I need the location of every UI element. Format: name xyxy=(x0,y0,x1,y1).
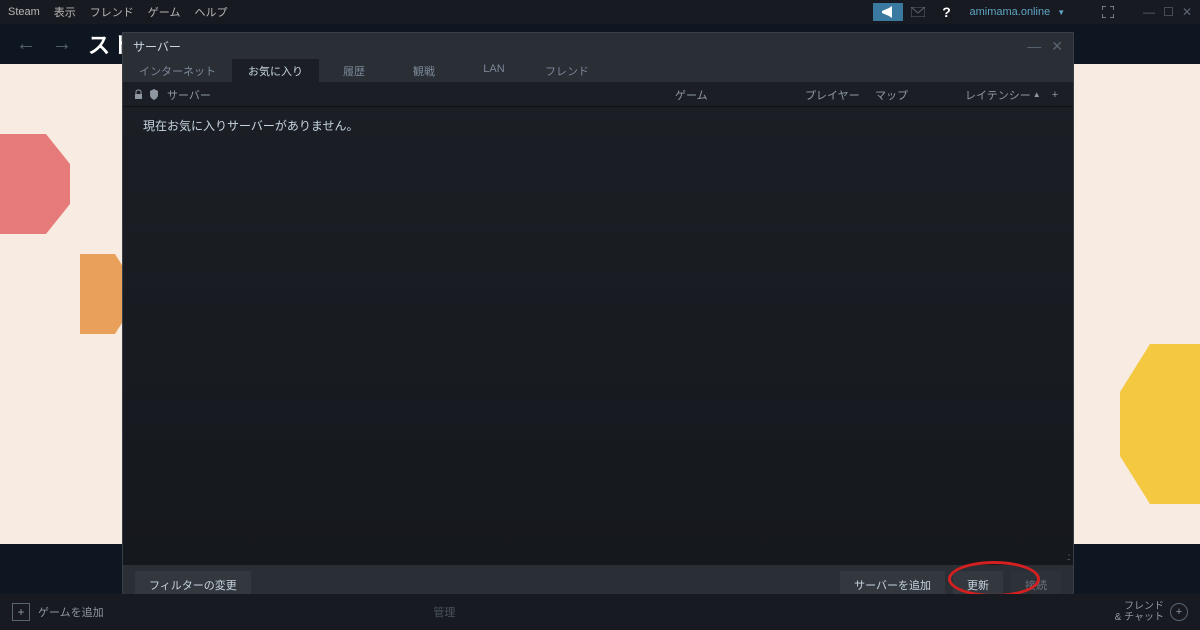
close-button[interactable]: ✕ xyxy=(1182,5,1192,19)
chevron-down-icon: ▼ xyxy=(1057,8,1065,17)
column-map[interactable]: マップ xyxy=(875,87,965,103)
bg-shape-yellow xyxy=(1120,344,1200,504)
maximize-button[interactable]: ☐ xyxy=(1163,5,1174,19)
friends-plus-icon: + xyxy=(1170,603,1188,621)
tab-favorites[interactable]: お気に入り xyxy=(232,59,319,82)
nav-forward-icon[interactable]: → xyxy=(52,33,72,56)
dialog-minimize-button[interactable]: — xyxy=(1027,38,1041,54)
friends-line2: & チャット xyxy=(1115,612,1164,623)
latency-label: レイテンシー xyxy=(965,87,1031,103)
help-icon[interactable]: ? xyxy=(933,3,959,21)
nav-back-icon[interactable]: ← xyxy=(16,33,36,56)
menu-view[interactable]: 表示 xyxy=(54,4,76,20)
column-game[interactable]: ゲーム xyxy=(675,87,805,103)
tab-friends[interactable]: フレンド xyxy=(529,59,605,82)
list-resize-grip[interactable]: .:: xyxy=(1067,552,1069,563)
friends-chat-button[interactable]: フレンド & チャット + xyxy=(1115,601,1188,623)
column-latency[interactable]: レイテンシー ▲ xyxy=(965,87,1045,103)
steam-topbar: Steam 表示 フレンド ゲーム ヘルプ ? amimama.online ▼… xyxy=(0,0,1200,24)
menu-help[interactable]: ヘルプ xyxy=(194,4,227,20)
username-dropdown[interactable]: amimama.online ▼ xyxy=(961,6,1073,18)
steam-bottombar: + ゲームを追加 管理 フレンド & チャット + xyxy=(0,594,1200,630)
manage-label[interactable]: 管理 xyxy=(433,604,455,620)
friends-line1: フレンド xyxy=(1115,601,1164,612)
minimize-button[interactable]: — xyxy=(1143,5,1155,19)
username-label: amimama.online xyxy=(969,6,1050,18)
add-game-label[interactable]: ゲームを追加 xyxy=(38,604,104,620)
tab-spectate[interactable]: 観戦 xyxy=(389,59,459,82)
server-list-header: サーバー ゲーム プレイヤー マップ レイテンシー ▲ + xyxy=(123,83,1073,107)
brand-label[interactable]: Steam xyxy=(8,6,40,18)
column-password[interactable] xyxy=(131,89,145,100)
column-player[interactable]: プレイヤー xyxy=(805,87,875,103)
inbox-icon[interactable] xyxy=(905,3,931,21)
sort-asc-icon: ▲ xyxy=(1033,90,1041,99)
column-secure[interactable] xyxy=(145,89,163,100)
dialog-close-button[interactable]: ✕ xyxy=(1051,38,1063,55)
tab-history[interactable]: 履歴 xyxy=(319,59,389,82)
bg-shape-pink xyxy=(0,134,70,234)
menu-friends[interactable]: フレンド xyxy=(90,4,134,20)
server-dialog: サーバー — ✕ インターネット お気に入り 履歴 観戦 LAN フレンド サー… xyxy=(122,32,1074,606)
empty-message: 現在お気に入りサーバーがありません。 xyxy=(143,119,359,133)
menu-games[interactable]: ゲーム xyxy=(148,4,181,20)
server-tabs: インターネット お気に入り 履歴 観戦 LAN フレンド xyxy=(123,59,1073,83)
fullscreen-icon[interactable] xyxy=(1095,3,1121,21)
add-game-plus-icon[interactable]: + xyxy=(12,603,30,621)
dialog-titlebar[interactable]: サーバー — ✕ xyxy=(123,33,1073,59)
column-server[interactable]: サーバー xyxy=(163,87,675,103)
server-list-body: 現在お気に入りサーバーがありません。 .:: xyxy=(123,107,1073,565)
tab-internet[interactable]: インターネット xyxy=(123,59,232,82)
dialog-title: サーバー xyxy=(133,38,181,55)
announce-icon[interactable] xyxy=(873,3,903,21)
column-add-button[interactable]: + xyxy=(1045,89,1065,101)
tab-lan[interactable]: LAN xyxy=(459,59,529,82)
